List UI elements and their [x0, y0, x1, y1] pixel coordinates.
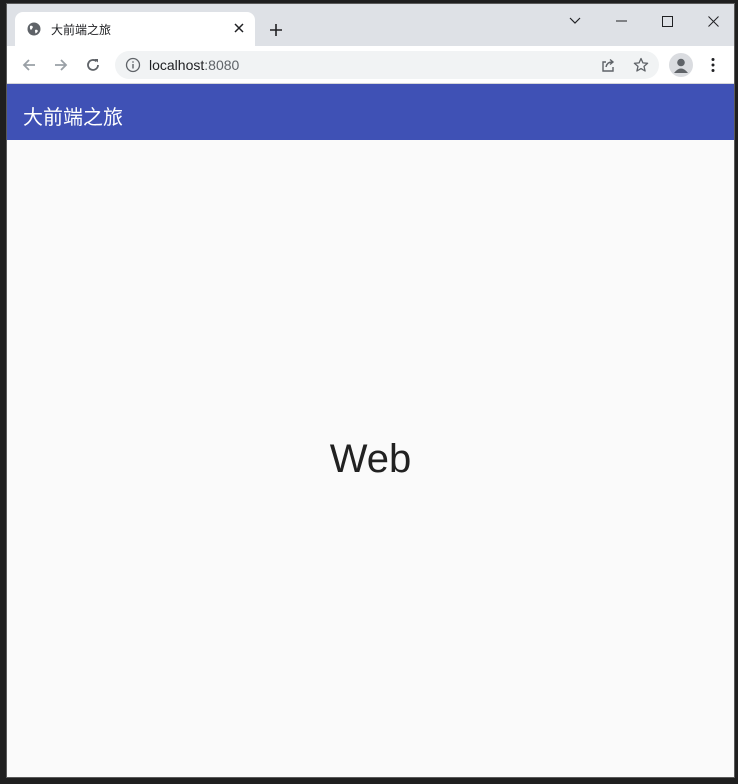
- more-menu-icon[interactable]: [705, 53, 721, 77]
- page-body: Web: [7, 140, 734, 777]
- center-text: Web: [329, 437, 412, 481]
- url-port: :8080: [204, 57, 240, 73]
- app-title: 大前端之旅: [23, 107, 123, 129]
- tab-search-chevron-down-icon[interactable]: [552, 6, 598, 36]
- browser-window: 大前端之旅 localhost:8080 大前端之旅 Web: [6, 3, 735, 778]
- profile-avatar-icon[interactable]: [669, 53, 693, 77]
- site-info-icon[interactable]: [125, 57, 141, 73]
- close-icon[interactable]: [690, 6, 734, 36]
- tab-close-icon[interactable]: [231, 20, 247, 36]
- browser-tab[interactable]: 大前端之旅: [15, 12, 255, 46]
- url-text: localhost:8080: [149, 57, 239, 73]
- app-bar: 大前端之旅: [7, 84, 734, 140]
- browser-toolbar: localhost:8080: [7, 46, 734, 84]
- bookmark-star-icon[interactable]: [632, 56, 650, 74]
- tab-strip: 大前端之旅: [7, 4, 734, 46]
- reload-icon[interactable]: [81, 53, 105, 77]
- address-bar[interactable]: localhost:8080: [115, 51, 659, 79]
- minimize-icon[interactable]: [598, 6, 644, 36]
- globe-icon: [27, 22, 41, 36]
- screen: 大前端之旅 localhost:8080 大前端之旅 Web: [0, 0, 738, 784]
- url-host: localhost: [149, 57, 205, 73]
- back-arrow-icon[interactable]: [17, 53, 41, 77]
- new-tab-button[interactable]: [265, 19, 287, 41]
- maximize-icon[interactable]: [644, 6, 690, 36]
- tab-title: 大前端之旅: [51, 23, 112, 37]
- share-icon[interactable]: [599, 56, 617, 74]
- forward-arrow-icon[interactable]: [49, 53, 73, 77]
